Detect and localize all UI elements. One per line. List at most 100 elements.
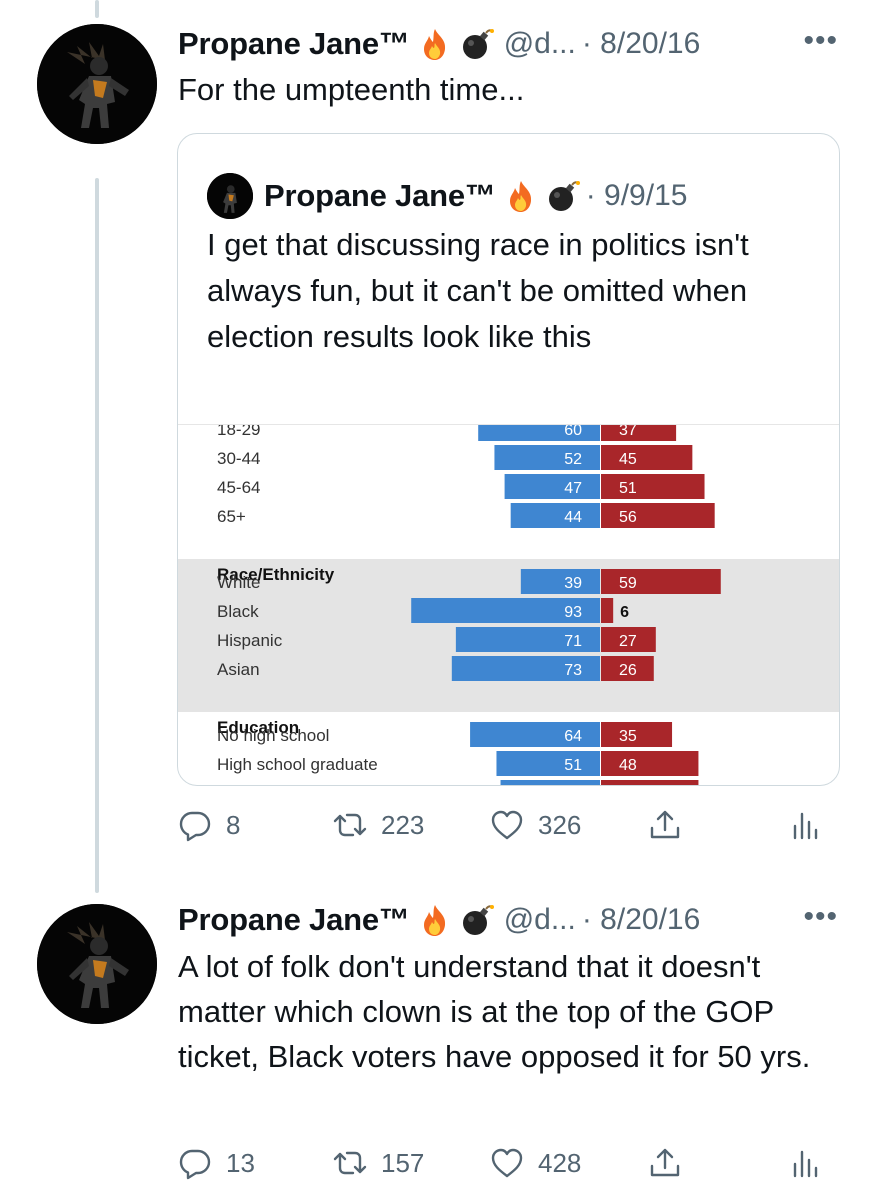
avatar[interactable] [37,904,157,1024]
reply-icon [179,1149,211,1180]
tweet-actions: 13 157 428 [178,1138,828,1188]
retweet-icon [333,813,367,837]
quoted-date: · 9/9/15 [585,179,688,212]
quoted-tweet[interactable]: Propane Jane™ · 9/9/15 I get that discus… [177,133,840,786]
tweet-text: A lot of folk don't understand that it d… [178,949,811,1074]
red-value-label: 27 [619,633,637,650]
reply-icon [179,811,211,842]
row-label: Asian [217,660,260,679]
bar-red [601,780,699,785]
quoted-avatar [207,173,253,219]
red-value-label: 51 [619,480,637,497]
row-label: White [217,573,260,592]
blue-value-label: 44 [564,509,582,526]
author-handle[interactable]: @d... [504,903,576,937]
quoted-text: I get that discussing race in politics i… [207,227,749,354]
bar-red [601,751,699,776]
blue-value-label: 60 [564,425,582,439]
fire-icon [504,179,538,213]
author-name[interactable]: Propane Jane™ [178,902,410,938]
like-button[interactable]: 428 [490,1138,581,1188]
bar-blue [520,569,600,594]
author-name[interactable]: Propane Jane™ [178,26,410,62]
row-label: Some college [217,784,320,786]
reply-count: 8 [226,809,241,840]
bar-blue [494,445,600,470]
fire-icon [418,903,452,937]
bar-red [601,425,677,441]
thread-connector-top [95,0,99,18]
blue-value-label: 51 [564,757,582,774]
more-options-icon[interactable]: ••• [803,24,838,58]
analytics-button[interactable] [788,1138,822,1188]
tweet-header: Propane Jane™ @d... · 8/20/16 ••• [178,898,838,942]
retweet-icon [333,1151,367,1175]
bar-blue [496,751,600,776]
like-count: 326 [538,809,582,840]
analytics-icon [793,812,818,840]
red-value-label: 56 [619,509,637,526]
avatar[interactable] [37,24,157,144]
reply-count: 13 [226,1147,255,1178]
analytics-icon [793,1150,818,1178]
blue-value-label: 73 [564,662,582,679]
more-options-icon[interactable]: ••• [803,900,838,934]
tweet-header: Propane Jane™ @d... · 8/20/16 ••• [178,22,838,66]
bar-red [601,445,693,470]
blue-value-label: 64 [564,728,582,745]
thread-connector [95,178,99,893]
red-value-label: 45 [619,451,637,468]
share-icon [650,1148,680,1177]
avatar-figure-icon [207,173,253,219]
share-button[interactable] [648,800,696,850]
red-value-label: 6 [620,604,629,621]
tweet-text: For the umpteenth time... [178,72,525,107]
quoted-chart-image[interactable]: 18-29 60 37 30-44 52 45 45-64 47 51 65+ 44 56 Race/E… [178,424,839,786]
reply-button[interactable]: 8 [178,800,240,850]
blue-value-label: 71 [564,633,582,650]
avatar-figure-icon [37,24,157,144]
row-label: Hispanic [217,631,283,650]
blue-value-label: 39 [564,575,582,592]
blue-value-label: 93 [564,604,582,621]
bar-red [601,598,614,623]
retweet-count: 223 [381,809,425,840]
row-label: No high school [217,726,329,745]
reply-button[interactable]: 13 [178,1138,255,1188]
heart-icon [491,1148,523,1178]
retweet-button[interactable]: 223 [333,800,424,850]
bomb-icon [546,179,580,213]
red-value-label: 48 [619,757,637,774]
author-handle[interactable]: @d... [504,27,576,61]
bomb-icon [460,27,494,61]
like-count: 428 [538,1147,582,1178]
quoted-author-name: Propane Jane™ [264,178,496,213]
red-value-label: 26 [619,662,637,679]
tweet-date[interactable]: · 8/20/16 [582,903,700,937]
retweet-button[interactable]: 157 [333,1138,424,1188]
bar-blue [504,474,600,499]
bar-blue [500,780,600,785]
row-label: Black [217,602,259,621]
retweet-count: 157 [381,1147,425,1178]
tweet-actions: 8 223 326 [178,800,828,850]
like-button[interactable]: 326 [490,800,581,850]
share-button[interactable] [648,1138,696,1188]
row-label: 65+ [217,507,246,526]
tweet-date[interactable]: · 8/20/16 [582,27,700,61]
row-label: 30-44 [217,449,260,468]
row-label: High school graduate [217,755,378,774]
share-icon [650,810,680,839]
red-value-label: 59 [619,575,637,592]
avatar-figure-icon [37,904,157,1024]
red-value-label: 35 [619,728,637,745]
exit-poll-chart: 18-29 60 3730-44 52 4545-64 47 5165+ 44 56Race/E… [178,425,839,786]
bar-red [601,474,705,499]
blue-value-label: 47 [564,480,582,497]
analytics-button[interactable] [788,800,822,850]
blue-value-label: 52 [564,451,582,468]
quoted-header: Propane Jane™ · 9/9/15 [264,172,687,220]
row-label: 18-29 [217,425,260,439]
row-label: 45-64 [217,478,260,497]
fire-icon [418,27,452,61]
